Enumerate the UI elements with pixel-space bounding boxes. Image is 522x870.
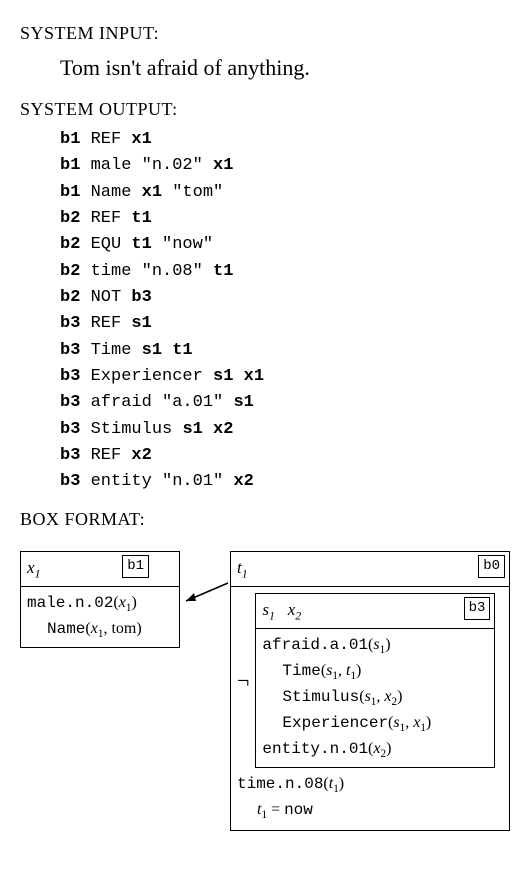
- output-line: b3 afraid "a.01" s1: [60, 390, 502, 416]
- output-line: b3 entity "n.01" x2: [60, 469, 502, 495]
- system-output-block: b1 REF x1b1 male "n.02" x1b1 Name x1 "to…: [60, 127, 502, 496]
- drs-header-b3: s1 x2 b3: [256, 594, 494, 629]
- output-line: b3 Time s1 t1: [60, 338, 502, 364]
- drs-body-b1: male.n.02(x1)Name(x1, tom): [21, 587, 179, 647]
- drs-box-b1: x1 b1 male.n.02(x1)Name(x1, tom): [20, 551, 180, 648]
- output-line: b2 REF t1: [60, 206, 502, 232]
- drs-refs-b0: t1: [237, 558, 248, 577]
- drs-box-b3: s1 x2 b3 afraid.a.01(s1)Time(s1, t1)Stim…: [255, 593, 495, 768]
- output-line: b3 REF s1: [60, 311, 502, 337]
- output-line: b2 NOT b3: [60, 285, 502, 311]
- output-line: b3 Stimulus s1 x2: [60, 417, 502, 443]
- drs-body-b3: afraid.a.01(s1)Time(s1, t1)Stimulus(s1, …: [256, 629, 494, 767]
- box-format-area: x1 b1 male.n.02(x1)Name(x1, tom) t1 b0 ¬…: [20, 541, 502, 801]
- system-input-label: SYSTEM INPUT:: [20, 20, 502, 47]
- drs-box-b0: t1 b0 ¬ s1 x2 b3 afraid.a.01(s1)Time(s1,…: [230, 551, 510, 831]
- output-line: b3 REF x2: [60, 443, 502, 469]
- box-format-label: BOX FORMAT:: [20, 506, 502, 533]
- drs-body-b0: ¬ s1 x2 b3 afraid.a.01(s1)Time(s1, t1)St…: [231, 587, 509, 830]
- output-line: b1 REF x1: [60, 127, 502, 153]
- drs-footer-b0: time.n.08(t1)t1 = now: [237, 772, 503, 824]
- drs-refs-b3: s1 x2: [262, 600, 301, 619]
- drs-header-b0: t1 b0: [231, 552, 509, 587]
- box-tag-b1: b1: [122, 555, 149, 578]
- drs-header-b1: x1 b1: [21, 552, 179, 587]
- drs-refs-b1: x1: [27, 558, 41, 577]
- output-line: b2 EQU t1 "now": [60, 232, 502, 258]
- box-tag-b3: b3: [464, 597, 491, 620]
- output-line: b1 Name x1 "tom": [60, 180, 502, 206]
- output-line: b1 male "n.02" x1: [60, 153, 502, 179]
- output-line: b3 Experiencer s1 x1: [60, 364, 502, 390]
- negation-row: ¬ s1 x2 b3 afraid.a.01(s1)Time(s1, t1)St…: [237, 593, 503, 768]
- system-input-sentence: Tom isn't afraid of anything.: [60, 51, 502, 84]
- output-line: b2 time "n.08" t1: [60, 259, 502, 285]
- negation-symbol: ¬: [237, 664, 249, 697]
- box-tag-b0: b0: [478, 555, 505, 578]
- arrow-icon: [180, 579, 230, 609]
- system-output-label: SYSTEM OUTPUT:: [20, 96, 502, 123]
